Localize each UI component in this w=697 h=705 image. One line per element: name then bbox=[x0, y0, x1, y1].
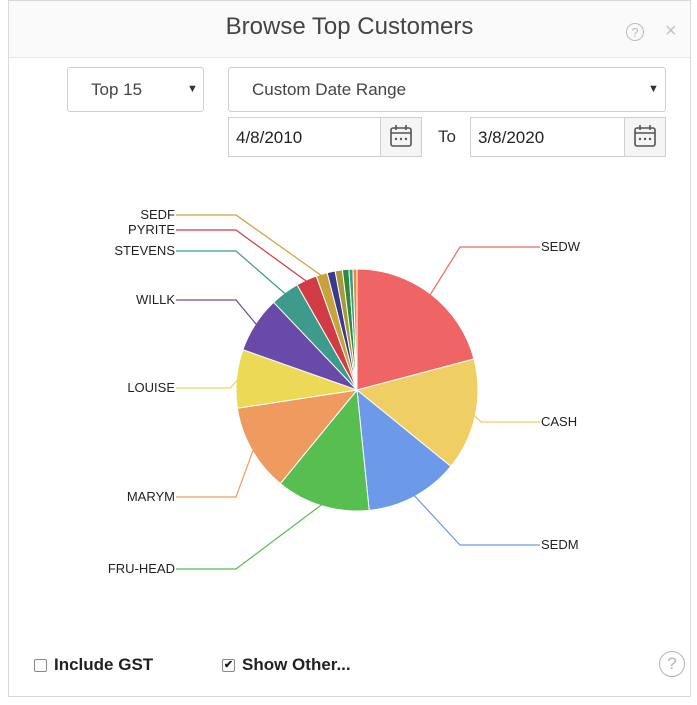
question-circle-icon[interactable]: ? bbox=[659, 651, 685, 677]
pie-callout-line bbox=[472, 414, 540, 423]
customer-pie-chart: SEDW CASH SEDM FRU-HEAD MARYM LOUISE WILLK STEV… bbox=[108, 207, 581, 576]
pie-label-pyrite: PYRITE bbox=[128, 222, 175, 237]
show-other-label: Show Other... bbox=[242, 655, 351, 674]
pie-label-marym: MARYM bbox=[127, 489, 175, 504]
pie-label-sedm: SEDM bbox=[541, 537, 579, 552]
pie-label-fru-head: FRU-HEAD bbox=[108, 561, 175, 576]
pie-label-louise: LOUISE bbox=[127, 380, 175, 395]
show-other-checkbox[interactable]: ✔ Show Other... bbox=[222, 655, 351, 675]
pie-callout-line bbox=[176, 299, 258, 326]
pie-callout-line bbox=[176, 250, 287, 295]
pie-callout-line bbox=[176, 378, 239, 389]
pie-label-sedw: SEDW bbox=[541, 239, 581, 254]
pie-callout-line bbox=[176, 214, 323, 277]
pie-label-sedf: SEDF bbox=[140, 207, 175, 222]
pie-callout-line bbox=[176, 448, 255, 498]
pie-callout-line bbox=[176, 503, 324, 570]
show-other-box[interactable]: ✔ bbox=[222, 658, 235, 672]
pie-callout-line bbox=[413, 494, 540, 546]
include-gst-checkbox[interactable]: Include GST bbox=[34, 655, 153, 675]
pie-label-cash: CASH bbox=[541, 414, 577, 429]
include-gst-label: Include GST bbox=[54, 655, 154, 674]
pie-callout-line bbox=[429, 246, 540, 297]
pie-label-willk: WILLK bbox=[136, 292, 175, 307]
include-gst-box[interactable] bbox=[34, 658, 47, 672]
pie-label-stevens: STEVENS bbox=[114, 243, 175, 258]
